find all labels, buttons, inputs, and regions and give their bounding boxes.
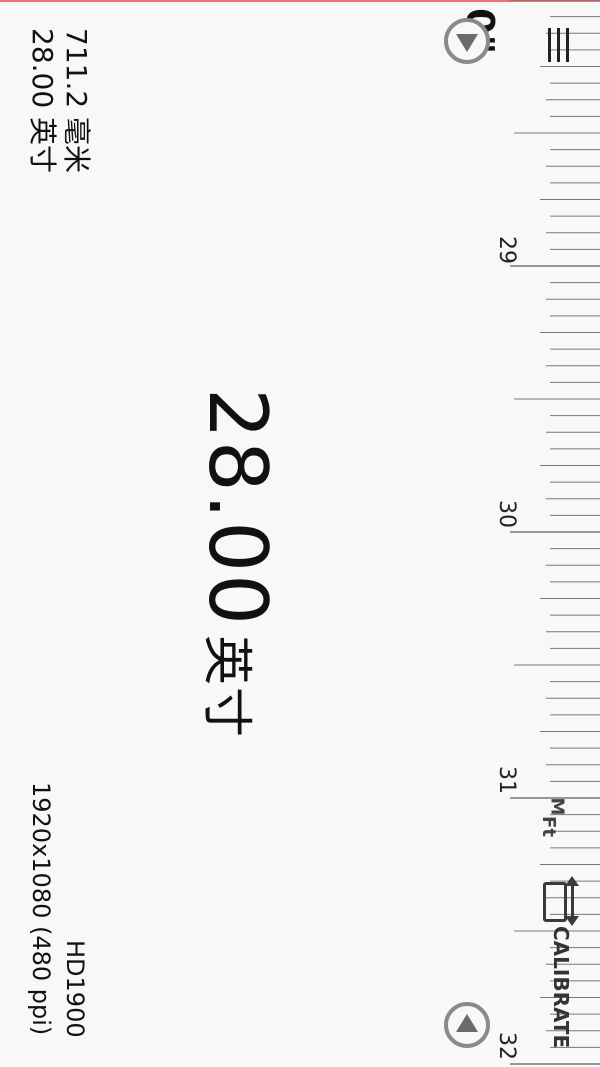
ruler-tick-label: 31 xyxy=(494,766,519,794)
main-measurement: 28.00英寸 xyxy=(182,388,284,740)
readout-inches: 28.00 英寸 xyxy=(26,28,59,174)
menu-icon[interactable] xyxy=(548,28,572,62)
ruler-tick-label: 30 xyxy=(494,500,519,528)
readout-millimeters: 711.2 毫米 xyxy=(60,28,93,174)
main-measurement-number: 28.00 xyxy=(191,388,284,628)
scroll-up-button[interactable] xyxy=(444,1002,490,1048)
calibrate-icon[interactable] xyxy=(540,876,584,926)
unit-toggle-feet: Ft xyxy=(537,816,559,837)
calibrate-button[interactable]: CALIBRATE xyxy=(549,926,573,1048)
main-measurement-unit: 英寸 xyxy=(198,635,256,740)
arrow-up-icon xyxy=(456,1014,478,1032)
ruler-tick-label: 32 xyxy=(494,1032,519,1060)
device-model: HD1900 xyxy=(61,940,89,1038)
unit-toggle-icon[interactable]: M Ft xyxy=(536,796,580,840)
arrow-down-icon xyxy=(456,34,478,52)
scroll-down-button[interactable] xyxy=(444,18,490,64)
unit-toggle-metric: M xyxy=(546,797,568,816)
ruler-tick-label: 29 xyxy=(494,236,519,264)
screen-resolution: 1920x1080 (480 ppi) xyxy=(27,782,55,1036)
